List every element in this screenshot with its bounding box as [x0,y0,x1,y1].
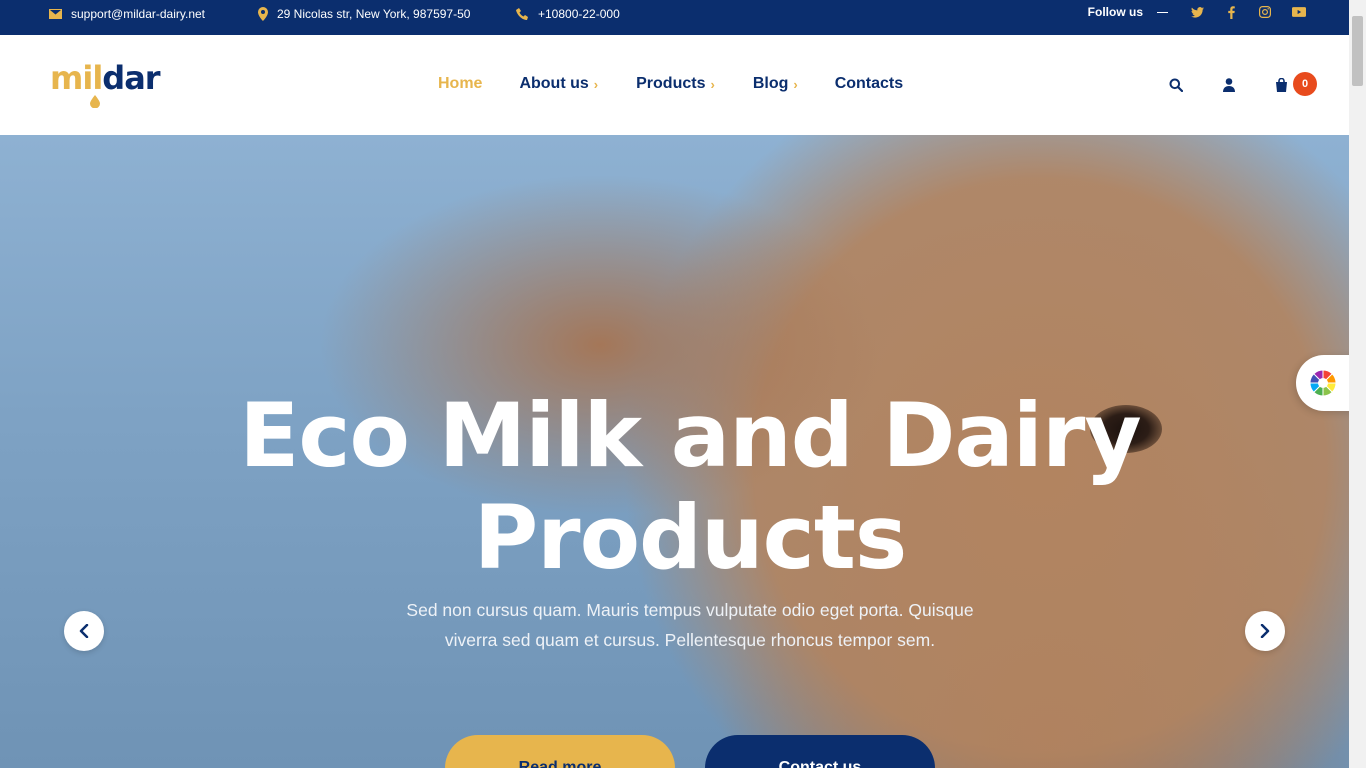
top-bar: support@mildar-dairy.net 29 Nicolas str,… [0,0,1349,35]
nav-item-contacts[interactable]: Contacts [835,75,903,93]
nav-item-blog[interactable]: Blog › [753,75,798,93]
hero-slider: Eco Milk and Dairy Products Sed non curs… [0,135,1349,768]
divider [1157,11,1168,13]
page-scrollbar[interactable] [1349,0,1366,768]
milk-drop-icon [90,95,100,108]
user-icon[interactable] [1223,78,1235,92]
facebook-icon[interactable] [1214,5,1248,19]
nav-item-products[interactable]: Products › [636,75,715,93]
hero-title: Eco Milk and Dairy Products [0,385,1349,589]
main-nav: Home About us › Products › Blog › Contacts [438,75,903,93]
contact-us-button[interactable]: Contact us [705,735,935,768]
logo-part-1: mil [50,59,103,97]
slider-prev-button[interactable] [64,611,104,651]
phone-contact[interactable]: +10800-22-000 [516,0,620,28]
nav-label: Home [438,75,483,92]
search-icon[interactable] [1169,78,1183,92]
follow-us: Follow us [1088,0,1316,24]
chevron-right-icon [1260,624,1270,638]
chevron-right-icon: › [793,76,798,92]
read-more-button[interactable]: Read more [445,735,675,768]
chevron-right-icon: › [710,76,715,92]
site-header: mildar Home About us › Products › Blog › Co… [0,35,1349,135]
hero-title-line-2: Products [473,486,908,589]
logo-part-2: dar [102,59,160,97]
nav-label: Products [636,75,706,92]
phone-text[interactable]: +10800-22-000 [538,7,620,21]
nav-label: Contacts [834,75,904,92]
cart-count-badge[interactable]: 0 [1293,72,1317,96]
instagram-icon[interactable] [1248,6,1282,18]
nav-label: Blog [752,75,789,92]
nav-label: About us [519,75,589,92]
chevron-right-icon: › [593,76,599,92]
envelope-icon [49,9,62,19]
color-picker-toggle[interactable] [1296,355,1356,411]
twitter-icon[interactable] [1180,6,1214,18]
nav-item-home[interactable]: Home [438,75,482,93]
address-text: 29 Nicolas str, New York, 987597-50 [277,7,471,21]
email-text[interactable]: support@mildar-dairy.net [71,7,205,21]
logo[interactable]: mildar [50,59,161,108]
map-marker-icon [258,7,268,21]
slider-next-button[interactable] [1245,611,1285,651]
email-contact[interactable]: support@mildar-dairy.net [49,0,205,28]
color-wheel-icon [1309,369,1337,397]
address-contact: 29 Nicolas str, New York, 987597-50 [258,0,470,28]
shopping-bag-icon[interactable] [1275,78,1288,92]
hero-title-line-1: Eco Milk and Dairy [239,384,1141,487]
follow-label: Follow us [1087,5,1143,19]
youtube-icon[interactable] [1282,7,1316,17]
chevron-left-icon [79,624,89,638]
scrollbar-thumb[interactable] [1352,16,1363,86]
nav-item-about[interactable]: About us › [519,75,598,93]
phone-icon [516,7,528,20]
hero-subtitle: Sed non cursus quam. Mauris tempus vulpu… [406,600,974,650]
